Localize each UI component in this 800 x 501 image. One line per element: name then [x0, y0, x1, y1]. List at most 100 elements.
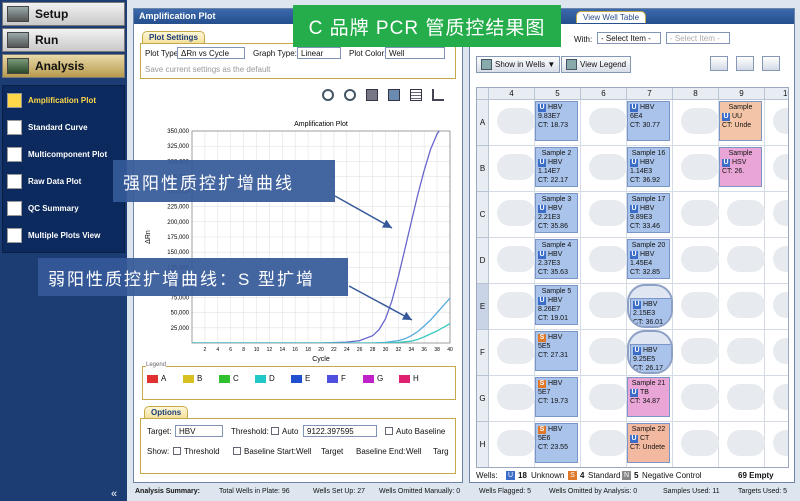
plate-well[interactable]	[581, 422, 627, 467]
nav-standard-curve[interactable]: Standard Curve	[7, 117, 88, 137]
target-select[interactable]: HBV	[175, 425, 223, 437]
plate-well[interactable]: U HBV 9.83E7 CT: 18.73	[535, 100, 581, 146]
plate-well[interactable]: Sample 5 U HBV 8.26E7 CT: 19.01	[535, 284, 581, 330]
plate-well[interactable]	[673, 192, 719, 238]
export-icon[interactable]	[388, 89, 400, 101]
graph-type-select[interactable]: Linear	[297, 47, 341, 59]
print-icon[interactable]	[366, 89, 378, 101]
row-header[interactable]: A	[477, 100, 489, 146]
plate-well[interactable]	[489, 146, 535, 192]
column-header[interactable]: 10	[765, 88, 788, 100]
baseline-start-checkbox[interactable]	[233, 447, 241, 455]
plate-well[interactable]	[765, 100, 788, 146]
auto-baseline-checkbox[interactable]	[385, 427, 393, 435]
select-item-2[interactable]: - Select Item -	[666, 32, 730, 44]
plate-well[interactable]: U HBV 6E4 CT: 30.77	[627, 100, 673, 146]
plate-well[interactable]	[673, 100, 719, 146]
plate-well[interactable]: Sample 21 U TB CT: 34.87	[627, 376, 673, 422]
plate-well[interactable]	[719, 330, 765, 376]
zoom-out-icon[interactable]	[344, 89, 356, 101]
plate-well[interactable]: Sample 20 U HBV 1.45E4 CT: 32.85	[627, 238, 673, 284]
row-header[interactable]: B	[477, 146, 489, 192]
plate-well[interactable]	[719, 238, 765, 284]
tab-view-well-table[interactable]: View Well Table	[576, 11, 647, 23]
collapse-sidebar-button[interactable]: «	[111, 488, 117, 500]
tab-plot-settings[interactable]: Plot Settings	[142, 31, 205, 43]
plate-well[interactable]: Sample U UU CT: Unde	[719, 100, 765, 146]
column-header[interactable]: 4	[489, 88, 535, 100]
plate-well[interactable]	[489, 284, 535, 330]
show-threshold-checkbox[interactable]	[173, 447, 181, 455]
zoom-in-icon[interactable]	[322, 89, 334, 101]
nav-analysis[interactable]: Analysis	[2, 54, 125, 78]
plate-well[interactable]	[581, 238, 627, 284]
plate-well[interactable]: Sample 3 U HBV 2.21E3 CT: 35.86	[535, 192, 581, 238]
plate-well[interactable]	[581, 376, 627, 422]
plate-well[interactable]	[673, 284, 719, 330]
threshold-auto-checkbox[interactable]	[271, 427, 279, 435]
column-header[interactable]: 8	[673, 88, 719, 100]
row-header[interactable]: F	[477, 330, 489, 376]
plate-well[interactable]	[489, 376, 535, 422]
plate-well[interactable]	[581, 192, 627, 238]
nav-qc-summary[interactable]: QC Summary	[7, 198, 79, 218]
select-item-1[interactable]: - Select Item -	[597, 32, 661, 44]
selected-well[interactable]: U HBV 2.15E3 CT: 36.01	[627, 284, 673, 328]
plate-well[interactable]	[581, 146, 627, 192]
plate-well[interactable]	[489, 422, 535, 467]
view-legend-button[interactable]: View Legend	[561, 56, 632, 73]
plate-well[interactable]	[765, 284, 788, 330]
plate-well[interactable]	[673, 422, 719, 467]
plate-well[interactable]: S HBV 5E5 CT: 27.31	[535, 330, 581, 376]
plate-well[interactable]: Sample 16 U HBV 1.14E3 CT: 36.92	[627, 146, 673, 192]
nav-multiple-plots[interactable]: Multiple Plots View	[7, 225, 100, 245]
plate-well[interactable]	[765, 238, 788, 284]
plate-well[interactable]: Sample 17 U HBV 9.89E3 CT: 33.46	[627, 192, 673, 238]
plot-type-select[interactable]: ΔRn vs Cycle	[177, 47, 245, 59]
plate-well[interactable]	[719, 284, 765, 330]
plate-well[interactable]	[673, 376, 719, 422]
row-header[interactable]: G	[477, 376, 489, 422]
plate-well[interactable]: S HBV 5E7 CT: 19.73	[535, 376, 581, 422]
plate-well[interactable]	[673, 238, 719, 284]
plate-well[interactable]	[489, 330, 535, 376]
plate-well[interactable]	[581, 284, 627, 330]
line-view-icon[interactable]	[432, 89, 444, 101]
threshold-input[interactable]: 9122.397595	[303, 425, 377, 437]
plate-well[interactable]	[719, 422, 765, 467]
plate-well[interactable]	[765, 192, 788, 238]
well-table-icon[interactable]	[736, 56, 754, 71]
nav-multicomponent-plot[interactable]: Multicomponent Plot	[7, 144, 107, 164]
column-header[interactable]: 7	[627, 88, 673, 100]
nav-amplification-plot[interactable]: Amplification Plot	[7, 90, 96, 110]
column-header[interactable]: 5	[535, 88, 581, 100]
plate-well[interactable]	[489, 100, 535, 146]
row-header[interactable]: E	[477, 284, 489, 330]
row-header[interactable]: D	[477, 238, 489, 284]
plate-well[interactable]: Sample 4 U HBV 2.37E3 CT: 35.63	[535, 238, 581, 284]
plate-well[interactable]	[489, 192, 535, 238]
show-in-wells-button[interactable]: Show in Wells ▼	[476, 56, 561, 73]
nav-setup[interactable]: Setup	[2, 2, 125, 26]
save-default-checkbox[interactable]: Save current settings as the default	[145, 65, 270, 74]
row-header[interactable]: C	[477, 192, 489, 238]
column-header[interactable]: 9	[719, 88, 765, 100]
nav-run[interactable]: Run	[2, 28, 125, 52]
fit-to-view-icon[interactable]	[762, 56, 780, 71]
plate-well[interactable]	[719, 376, 765, 422]
plate-well[interactable]	[719, 192, 765, 238]
plate-view-icon[interactable]	[710, 56, 728, 71]
column-header[interactable]: 6	[581, 88, 627, 100]
plate-well[interactable]: Sample 22 U CT CT: Undete	[627, 422, 673, 467]
plate-well[interactable]: S HBV 5E6 CT: 23.55	[535, 422, 581, 467]
plate-well[interactable]	[765, 376, 788, 422]
plate-well[interactable]	[489, 238, 535, 284]
plate-well[interactable]	[765, 146, 788, 192]
plate-well[interactable]	[673, 146, 719, 192]
plate-well[interactable]	[765, 330, 788, 376]
plot-color-select[interactable]: Well	[385, 47, 445, 59]
plate-well[interactable]	[581, 100, 627, 146]
selected-well[interactable]: U HBV 9.25E5 CT: 26.17	[627, 330, 673, 374]
nav-raw-data-plot[interactable]: Raw Data Plot	[7, 171, 81, 191]
tab-options[interactable]: Options	[144, 406, 189, 418]
